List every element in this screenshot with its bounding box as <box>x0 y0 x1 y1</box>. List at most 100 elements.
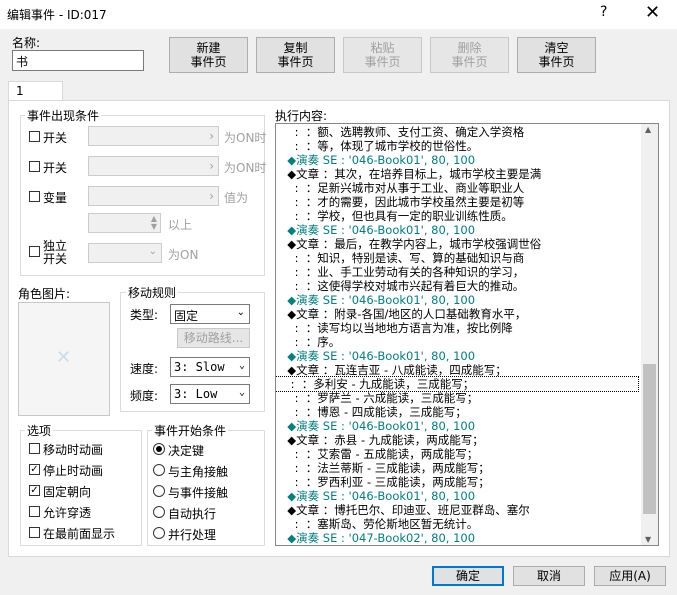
movement-title: 移动规则 <box>126 284 179 301</box>
option-checkbox[interactable]: ✓ <box>29 485 40 496</box>
command-line[interactable]: ◆文章 ：附录-各国/地区的人口基础教育水平， <box>280 307 526 321</box>
vertical-scrollbar[interactable]: ▲ ▼ <box>641 124 658 545</box>
variable-field[interactable]: › <box>88 186 219 206</box>
freq-select[interactable]: 3: Low ⌄ <box>170 384 250 404</box>
type-select[interactable]: 固定 ⌄ <box>170 304 250 324</box>
ok-button[interactable]: 确定 <box>432 566 504 586</box>
scroll-thumb[interactable] <box>643 364 656 514</box>
delete-page-label-1: 删除 <box>457 41 482 55</box>
command-line[interactable]: ◆演奏 SE : '046-Book01', 80, 100 <box>280 223 475 237</box>
type-value: 固定 <box>174 309 199 323</box>
option-label: 固定朝向 <box>43 485 92 499</box>
option-checkbox[interactable]: ✓ <box>29 464 40 475</box>
command-line[interactable]: ◆演奏 SE : '046-Book01', 80, 100 <box>280 293 475 307</box>
command-line[interactable]: : ：博恩 - 四成能读，三成能写； <box>280 405 467 419</box>
trigger-label: 与主角接触 <box>168 465 229 479</box>
scroll-up-icon[interactable]: ▲ <box>645 125 651 134</box>
chevron-down-icon: ⌄ <box>238 387 245 398</box>
command-line[interactable]: ◆演奏 SE : '046-Book01', 80, 100 <box>280 419 475 433</box>
switch1-label: 开关 <box>43 131 68 145</box>
command-line[interactable]: : ：足新兴城市对从事于工业、商业等职业人 <box>280 181 525 195</box>
delete-page-label-2: 事件页 <box>451 55 488 69</box>
character-image-box[interactable]: ✕ <box>18 302 110 416</box>
command-line[interactable]: : ：艾索雷 - 五成能读，两成能写； <box>280 447 479 461</box>
switch2-checkbox[interactable] <box>29 161 40 172</box>
new-page-button[interactable]: 新建 事件页 <box>169 37 248 73</box>
command-line[interactable]: : ：读写均以当地地方语言为准，按比例降 <box>280 321 513 335</box>
self-switch-checkbox[interactable] <box>29 246 40 257</box>
trigger-label: 决定键 <box>168 444 205 458</box>
paste-page-label-2: 事件页 <box>364 55 401 69</box>
switch1-checkbox[interactable] <box>29 131 40 142</box>
event-command-list[interactable]: : ：额、选聘教师、支付工资、确定入学资格 : ：等，体现了城市学校的世俗性。 … <box>275 123 659 546</box>
switch1-field[interactable]: › <box>88 126 219 146</box>
command-line[interactable]: ◆演奏 SE : '046-Book01', 80, 100 <box>280 489 475 503</box>
command-line[interactable]: : ：塞斯岛、劳伦斯地区暂无统计。 <box>280 517 479 531</box>
trigger-radio[interactable] <box>153 464 165 476</box>
command-line[interactable]: ◆文章 ：博托巴尔、印迪亚、班尼亚群岛、塞尔 <box>280 503 530 517</box>
speed-select[interactable]: 3: Slow ⌄ <box>170 357 250 377</box>
command-line[interactable]: ◆文章 ：赤县 - 九成能读，两成能写； <box>280 433 483 447</box>
freq-value: 3: Low <box>174 387 218 401</box>
switch2-on-label: 为ON时 <box>224 161 267 175</box>
option-checkbox[interactable] <box>29 443 40 454</box>
trigger-radio[interactable] <box>153 485 165 497</box>
option-label: 在最前面显示 <box>43 527 116 541</box>
option-checkbox[interactable] <box>29 506 40 517</box>
chevron-down-icon: ⌄ <box>148 246 157 257</box>
scroll-down-icon[interactable]: ▼ <box>645 535 651 544</box>
self-switch-label-2: 开关 <box>43 252 68 266</box>
command-line[interactable]: : ：知识，特别是读、写、算的基础知识与商 <box>280 251 525 265</box>
name-label: 名称: <box>12 36 41 50</box>
trigger-radio[interactable] <box>153 506 165 518</box>
variable-value-spinner[interactable]: ▲ ▼ <box>88 213 161 233</box>
switch2-field[interactable]: › <box>88 156 219 176</box>
command-line[interactable]: ◆演奏 SE : '046-Book01', 80, 100 <box>280 349 475 363</box>
command-line[interactable]: : ：罗西利亚 - 三成能读，两成能写； <box>280 475 490 489</box>
self-switch-select[interactable]: ⌄ <box>88 243 162 263</box>
trigger-title: 事件开始条件 <box>152 422 229 439</box>
chevron-right-icon: › <box>209 129 214 143</box>
move-route-button[interactable]: 移动路线... <box>177 328 250 348</box>
switch2-label: 开关 <box>43 161 68 175</box>
new-page-label-2: 事件页 <box>190 55 227 69</box>
option-checkbox[interactable] <box>29 527 40 538</box>
command-line[interactable]: ◆文章 ：最后，在教学内容上，城市学校强调世俗 <box>280 237 541 251</box>
chevron-down-icon: ⌄ <box>238 360 245 371</box>
window-title: 编辑事件 - ID:017 <box>7 8 107 22</box>
command-line[interactable]: : ：这使得学校对城市兴起有着巨大的推动。 <box>280 279 525 293</box>
switch1-on-label: 为ON时 <box>224 131 267 145</box>
tab-label: 1 <box>16 84 24 98</box>
command-line[interactable]: : ：业、手工业劳动有关的各种知识的学习， <box>280 265 525 279</box>
command-line[interactable]: : ：额、选聘教师、支付工资、确定入学资格 <box>280 125 525 139</box>
tab-page-1[interactable]: 1 <box>8 81 63 102</box>
command-line[interactable]: : ：法兰蒂斯 - 三成能读，两成能写； <box>280 461 490 475</box>
delete-page-button[interactable]: 删除 事件页 <box>430 37 509 73</box>
command-line[interactable]: ◆演奏 SE : '047-Book02', 80, 100 <box>280 531 475 545</box>
command-line[interactable]: : ：才的需要，因此城市学校虽然主要是初等 <box>280 195 525 209</box>
copy-page-label-2: 事件页 <box>277 55 314 69</box>
command-line[interactable]: ◆文章 ：其次，在培养目标上，城市学校主要是满 <box>280 167 541 181</box>
paste-page-button[interactable]: 粘贴 事件页 <box>343 37 422 73</box>
clear-page-button[interactable]: 清空 事件页 <box>517 37 596 73</box>
command-line[interactable]: ◆演奏 SE : '046-Book01', 80, 100 <box>280 153 475 167</box>
speed-label: 速度: <box>130 362 159 376</box>
copy-page-button[interactable]: 复制 事件页 <box>256 37 335 73</box>
variable-checkbox[interactable] <box>29 191 40 202</box>
command-line[interactable]: ◆文章 ：瓦连吉亚 - 八成能读，四成能写； <box>280 363 506 377</box>
speed-value: 3: Slow <box>174 360 225 374</box>
name-input[interactable]: 书 <box>12 50 144 71</box>
close-icon[interactable]: ✕ <box>645 2 660 23</box>
cancel-button[interactable]: 取消 <box>513 566 585 586</box>
chevron-down-icon: ⌄ <box>236 307 245 318</box>
command-line[interactable]: : ：学校，但也具有一定的职业训练性质。 <box>280 209 513 223</box>
command-line[interactable]: : ：序。 <box>280 335 341 349</box>
command-line[interactable]: : ：多利安 - 九成能读，三成能写； <box>276 376 639 392</box>
command-line[interactable]: : ：等，体现了城市学校的世俗性。 <box>280 139 479 153</box>
trigger-radio[interactable] <box>153 527 165 539</box>
command-line[interactable]: : ：罗萨兰 - 六成能读，三成能写； <box>280 391 479 405</box>
freq-label: 频度: <box>130 389 159 403</box>
help-icon[interactable]: ? <box>600 4 607 20</box>
trigger-radio[interactable] <box>153 443 165 455</box>
apply-button[interactable]: 应用(A) <box>594 566 666 586</box>
